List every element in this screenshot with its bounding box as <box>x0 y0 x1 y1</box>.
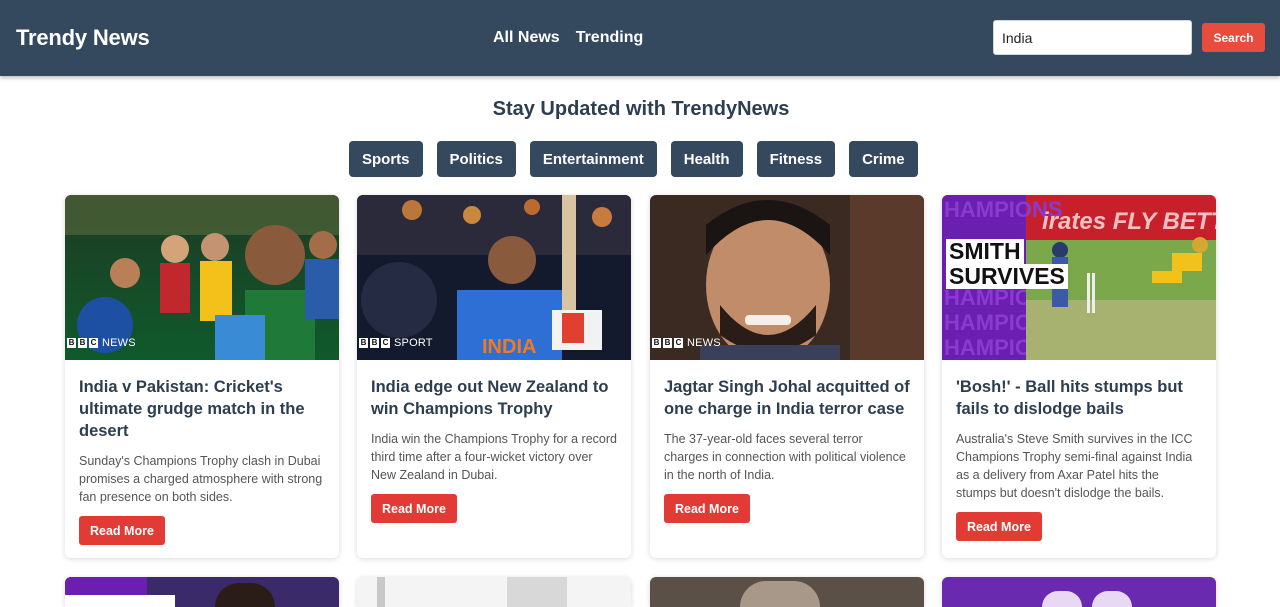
category-filter-bar: Sports Politics Entertainment Health Fit… <box>349 141 918 177</box>
category-entertainment-button[interactable]: Entertainment <box>529 141 657 177</box>
search-input[interactable] <box>993 20 1192 55</box>
news-card: BBC NEWS India v Pakistan: Cricket's ult… <box>65 195 339 558</box>
bbc-news-logo: BBC NEWS <box>652 337 721 349</box>
news-card-title[interactable]: 'Bosh!' - Ball hits stumps but fails to … <box>956 376 1202 420</box>
category-politics-button[interactable]: Politics <box>436 141 516 177</box>
news-card-image[interactable]: BBC NEWS <box>650 195 924 360</box>
news-card-image[interactable]: BBC NEWS <box>65 195 339 360</box>
navbar: Trendy News All News Trending Search <box>0 0 1280 76</box>
news-card-description: Sunday's Champions Trophy clash in Dubai… <box>79 454 323 504</box>
news-card-description: Australia's Steve Smith survives in the … <box>956 432 1193 500</box>
news-card-title[interactable]: India v Pakistan: Cricket's ultimate gru… <box>79 376 325 442</box>
news-card-description: The 37-year-old faces several terror cha… <box>664 432 906 482</box>
svg-text:irates FLY BETTER: irates FLY BETTER <box>1042 208 1216 235</box>
news-card: HAMPIONS HAMPIONS HAMPIONS HAMPIONS irat… <box>942 195 1216 558</box>
read-more-button[interactable]: Read More <box>79 516 165 545</box>
category-fitness-button[interactable]: Fitness <box>756 141 836 177</box>
news-card-image[interactable]: HAMPIONS HAMPIONS HAMPIONS HAMPIONS irat… <box>942 195 1216 360</box>
svg-text:INDIA: INDIA <box>482 336 536 358</box>
image-caption-overlay: SMITH SURVIVES <box>946 239 1068 289</box>
bbc-news-logo: BBC NEWS <box>67 337 136 349</box>
news-card-image[interactable]: INDIA BBC SPORT <box>357 195 631 360</box>
brand-logo[interactable]: Trendy News <box>16 25 150 51</box>
news-card-description: India win the Champions Trophy for a rec… <box>371 432 617 482</box>
category-health-button[interactable]: Health <box>670 141 743 177</box>
news-card: BBC NEWS Jagtar Singh Johal acquitted of… <box>650 195 924 558</box>
read-more-button[interactable]: Read More <box>664 494 750 523</box>
nav-link-trending[interactable]: Trending <box>576 29 644 47</box>
cricket-celebration-photo: INDIA <box>357 195 631 360</box>
category-crime-button[interactable]: Crime <box>849 141 918 177</box>
cricket-players-photo <box>65 195 339 360</box>
bbc-sport-logo: BBC SPORT <box>359 337 433 349</box>
news-card: INDIA BBC SPORT India edge out New Zeala… <box>357 195 631 558</box>
page-heading: Stay Updated with TrendyNews <box>492 98 790 120</box>
news-card-title[interactable]: Jagtar Singh Johal acquitted of one char… <box>664 376 910 420</box>
category-sports-button[interactable]: Sports <box>349 141 423 177</box>
search-button[interactable]: Search <box>1202 23 1265 52</box>
read-more-button[interactable]: Read More <box>956 512 1042 541</box>
read-more-button[interactable]: Read More <box>371 494 457 523</box>
nav-links: All News Trending <box>493 29 643 47</box>
nav-link-all-news[interactable]: All News <box>493 29 560 47</box>
portrait-photo <box>650 195 924 360</box>
news-card-title[interactable]: India edge out New Zealand to win Champi… <box>371 376 617 420</box>
